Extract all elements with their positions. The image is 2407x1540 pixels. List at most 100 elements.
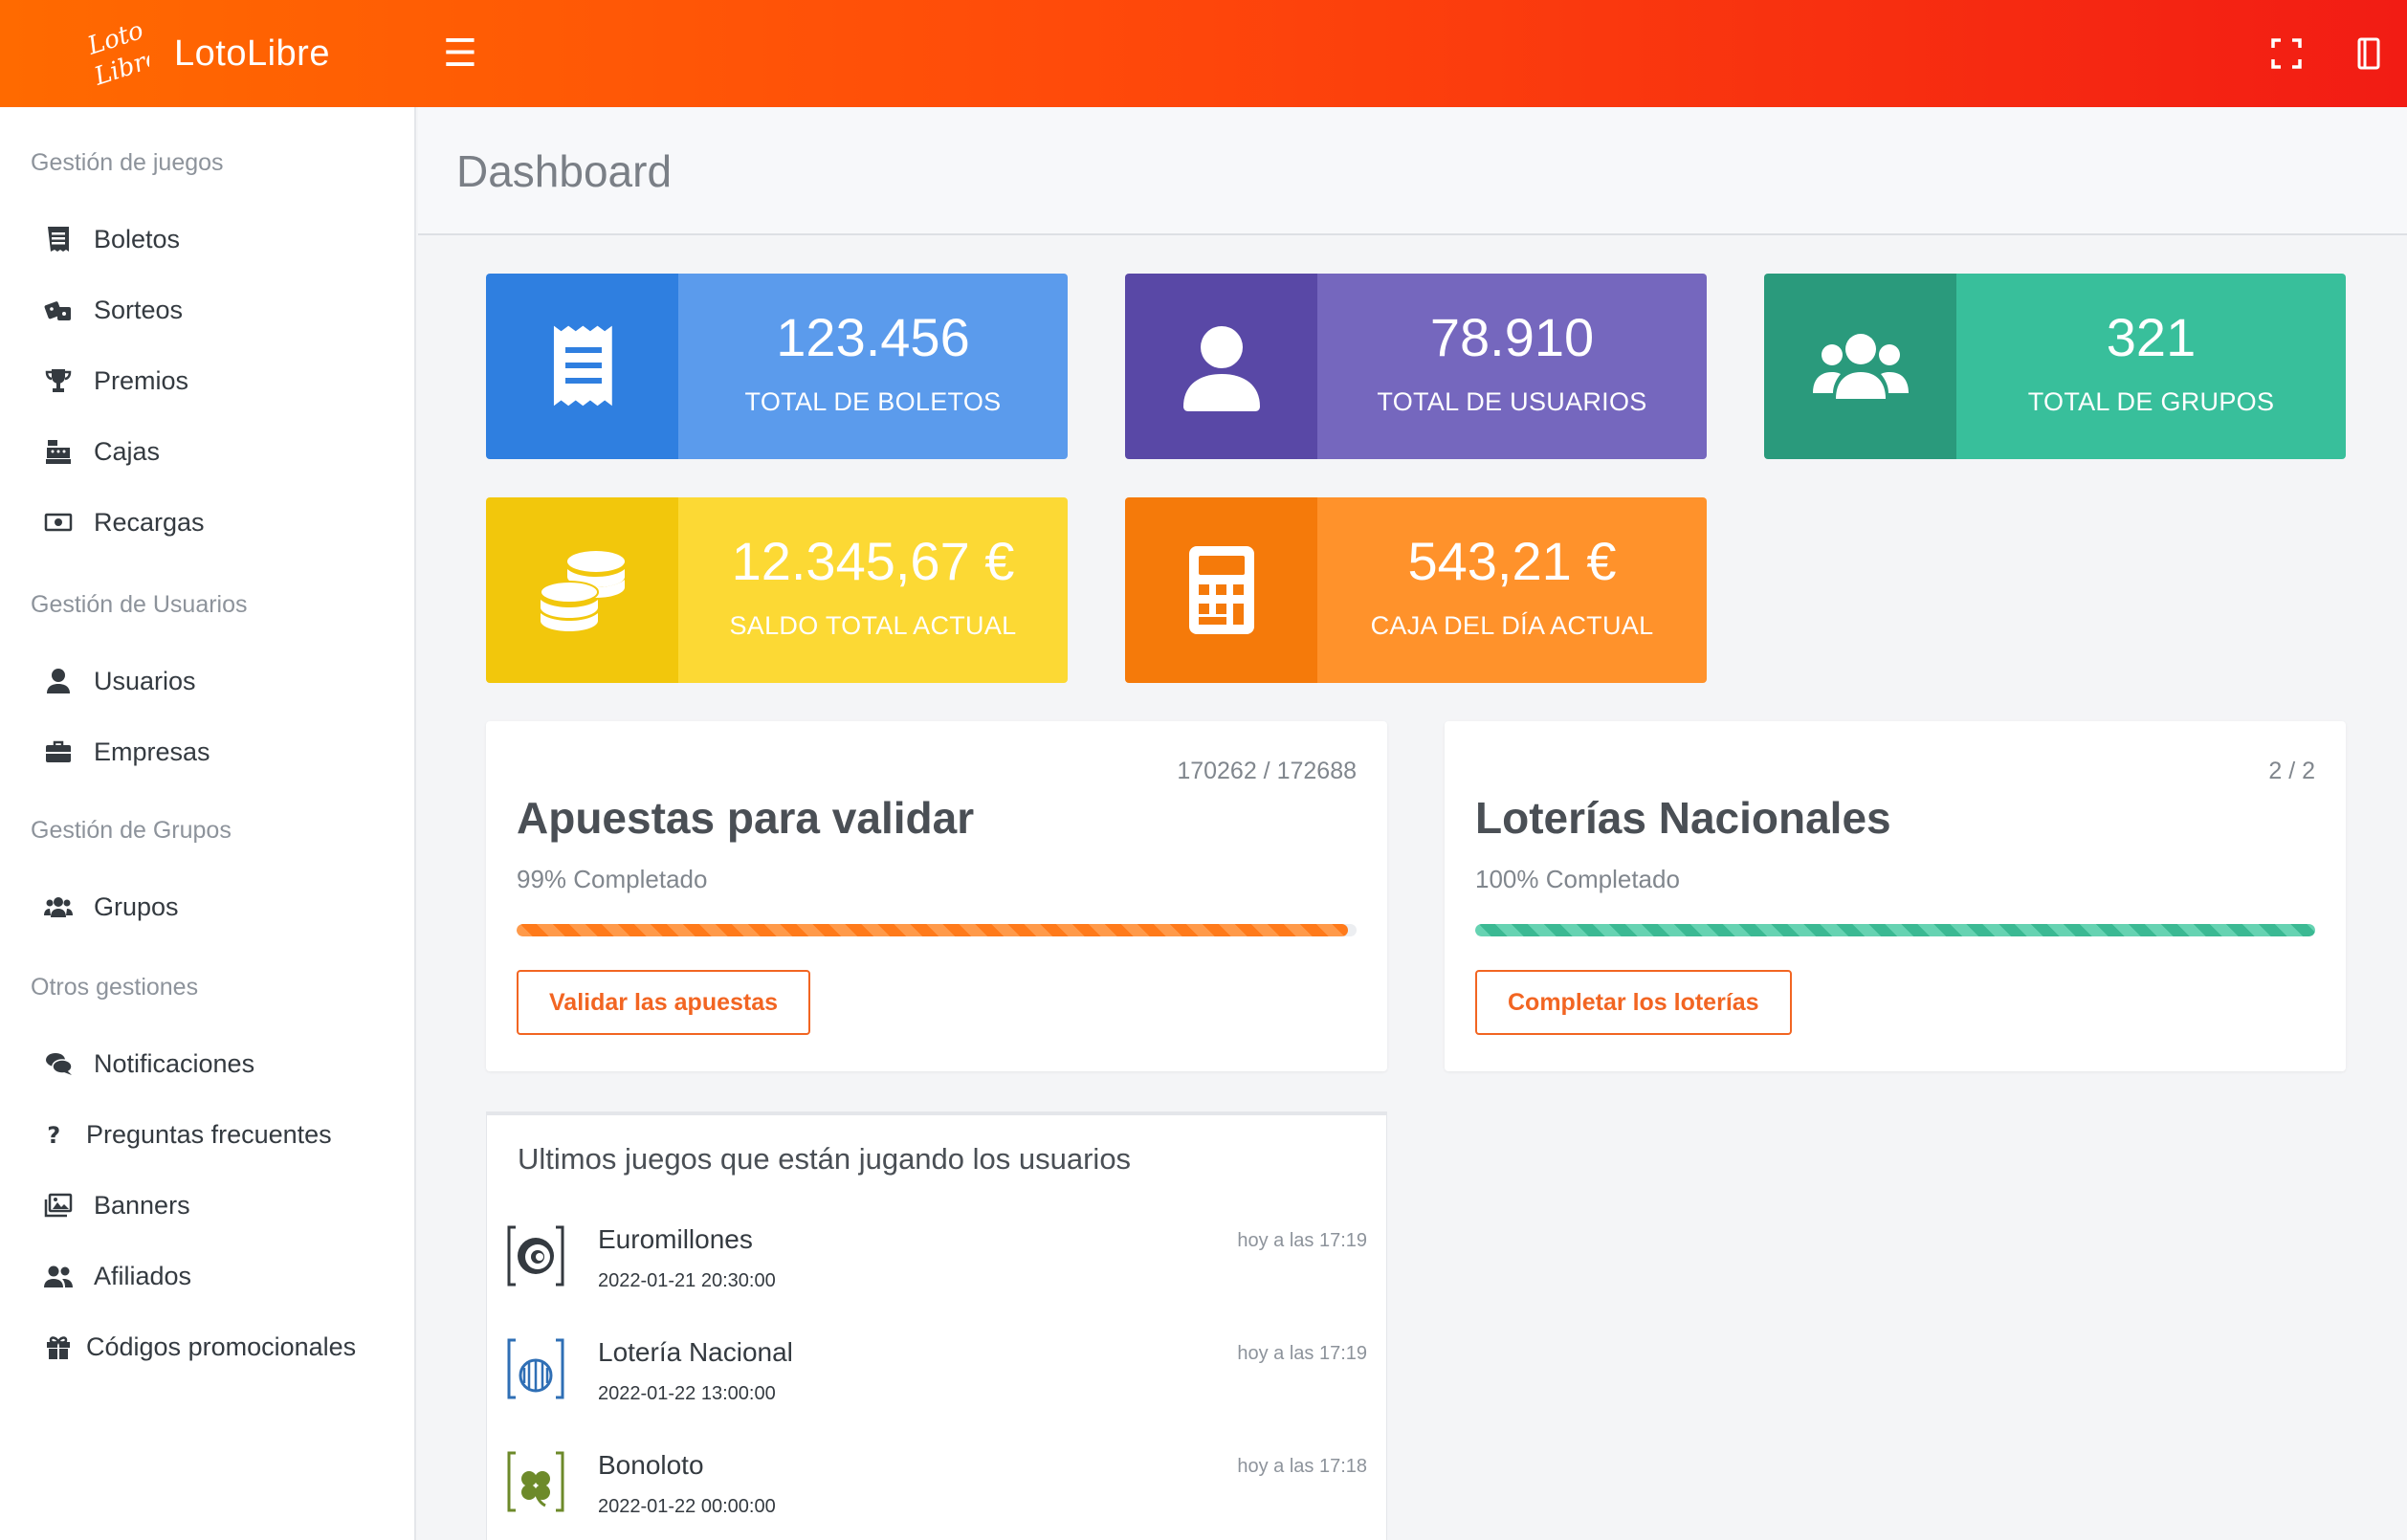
- users-icon: [1812, 334, 1909, 399]
- sidebar-item-afiliados[interactable]: Afiliados: [44, 1255, 191, 1297]
- list-item[interactable]: Euromillones 2022-01-21 20:30:00 hoy a l…: [506, 1224, 1367, 1320]
- content-header: Dashboard: [418, 107, 2407, 235]
- stat-caja-dia: 543,21 € CAJA DEL DÍA ACTUAL: [1125, 497, 1707, 683]
- sidebar-item-preguntas[interactable]: ? Preguntas frecuentes: [44, 1113, 332, 1155]
- stat-body: 321 TOTAL DE GRUPOS: [1956, 274, 2346, 459]
- sidebar-item-usuarios[interactable]: Usuarios: [44, 660, 196, 702]
- card-loterias: 2 / 2 Loterías Nacionales 100% Completad…: [1445, 721, 2346, 1071]
- stat-total-grupos: 321 TOTAL DE GRUPOS: [1764, 274, 2346, 459]
- sidebar-item-boletos[interactable]: Boletos: [44, 218, 180, 260]
- sidebar-item-label: Boletos: [94, 224, 181, 253]
- images-icon: [44, 1193, 73, 1218]
- coins-icon: [539, 551, 625, 631]
- user-icon: [47, 669, 70, 693]
- card-title: Loterías Nacionales: [1475, 793, 1891, 843]
- sidebar-item-label: Afiliados: [94, 1261, 192, 1290]
- receipt-icon: [553, 325, 612, 407]
- brand[interactable]: Loto Libre LotoLibre: [0, 18, 416, 89]
- bonoloto-logo-icon: [507, 1451, 564, 1512]
- sidebar-item-notificaciones[interactable]: Notificaciones: [44, 1043, 254, 1085]
- card-progress-text: 100% Completado: [1475, 865, 1680, 893]
- stat-icon-box: [486, 497, 678, 683]
- expand-icon[interactable]: [2269, 36, 2304, 71]
- list-item[interactable]: Bonoloto 2022-01-22 00:00:00 hoy a las 1…: [506, 1450, 1367, 1540]
- sidebar-item-banners[interactable]: Banners: [44, 1184, 190, 1226]
- card-title: Apuestas para validar: [517, 793, 975, 843]
- stat-label: SALDO TOTAL ACTUAL: [729, 610, 1017, 640]
- stat-value: 78.910: [1429, 306, 1595, 367]
- comments-icon: [46, 1053, 73, 1075]
- page-title: Dashboard: [456, 146, 673, 196]
- game-date: 2022-01-22 13:00:00: [598, 1383, 776, 1404]
- svg-text:?: ?: [47, 1122, 60, 1149]
- brand-name: LotoLibre: [174, 33, 330, 74]
- sidebar-item-label: Recargas: [94, 507, 205, 537]
- validar-apuestas-button[interactable]: Validar las apuestas: [517, 970, 811, 1035]
- game-date: 2022-01-21 20:30:00: [598, 1270, 776, 1291]
- sidebar-item-label: Preguntas frecuentes: [86, 1119, 332, 1149]
- stat-label: TOTAL DE BOLETOS: [744, 386, 1002, 416]
- sidebar-item-codigos[interactable]: Códigos promocionales: [44, 1326, 356, 1368]
- card-apuestas: 170262 / 172688 Apuestas para validar 99…: [486, 721, 1387, 1071]
- game-name: Lotería Nacional: [598, 1337, 793, 1367]
- sidebar-item-sorteos[interactable]: Sorteos: [44, 289, 183, 331]
- sidebar: Gestión de juegos Boletos Sorteos Premio…: [0, 107, 416, 1540]
- stat-saldo-total: 12.345,67 € SALDO TOTAL ACTUAL: [486, 497, 1068, 683]
- sidebar-section-usuarios: Gestión de Usuarios: [31, 591, 248, 618]
- sidebar-item-grupos[interactable]: Grupos: [44, 886, 179, 928]
- sidebar-item-label: Cajas: [94, 436, 161, 466]
- user-friends-icon: [44, 1265, 73, 1287]
- sidebar-item-label: Notificaciones: [94, 1048, 255, 1078]
- recent-games-panel: Ultimos juegos que están jugando los usu…: [486, 1111, 1387, 1540]
- game-time: hoy a las 17:19: [1237, 1343, 1367, 1364]
- question-icon: ?: [47, 1122, 60, 1149]
- sidebar-item-label: Empresas: [94, 737, 210, 766]
- game-time: hoy a las 17:19: [1237, 1230, 1367, 1251]
- dice-icon: [44, 301, 71, 320]
- top-bar: Loto Libre LotoLibre ☰: [0, 0, 2407, 107]
- lotolibre-logo-icon: Loto Libre: [86, 18, 149, 89]
- hamburger-icon[interactable]: ☰: [443, 34, 477, 73]
- sidebar-item-label: Códigos promocionales: [86, 1331, 357, 1361]
- sidebar-item-empresas[interactable]: Empresas: [44, 731, 210, 773]
- receipt-icon: [48, 227, 69, 252]
- sidebar-item-label: Premios: [94, 365, 189, 395]
- loteria-nacional-logo-icon: [507, 1338, 564, 1399]
- game-name: Euromillones: [598, 1224, 753, 1254]
- cash-register-icon: [46, 440, 71, 464]
- card-count: 170262 / 172688: [1177, 758, 1357, 784]
- game-date: 2022-01-22 00:00:00: [598, 1496, 776, 1517]
- progress-fill: [1475, 924, 2315, 936]
- stat-label: TOTAL DE USUARIOS: [1377, 386, 1647, 416]
- panel-icon[interactable]: [2352, 36, 2386, 71]
- completar-loterias-button[interactable]: Completar los loterías: [1475, 970, 1792, 1035]
- sidebar-section-otros: Otros gestiones: [31, 974, 199, 1001]
- stat-icon-box: [1125, 497, 1317, 683]
- game-time: hoy a las 17:18: [1237, 1456, 1367, 1477]
- stat-icon-box: [1764, 274, 1956, 459]
- stat-value: 543,21 €: [1407, 530, 1617, 591]
- user-icon: [1182, 326, 1260, 411]
- card-progress-text: 99% Completado: [517, 865, 708, 893]
- list-item[interactable]: Lotería Nacional 2022-01-22 13:00:00 hoy…: [506, 1337, 1367, 1433]
- sidebar-item-cajas[interactable]: Cajas: [44, 430, 160, 473]
- stat-label: TOTAL DE GRUPOS: [2027, 386, 2275, 416]
- stat-value: 123.456: [776, 306, 970, 367]
- stat-body: 123.456 TOTAL DE BOLETOS: [678, 274, 1068, 459]
- sidebar-section-juegos: Gestión de juegos: [31, 149, 224, 176]
- sidebar-item-label: Usuarios: [94, 666, 196, 695]
- sidebar-item-label: Sorteos: [94, 295, 184, 324]
- stat-value: 12.345,67 €: [731, 530, 1015, 591]
- stat-value: 321: [2106, 306, 2197, 367]
- gift-icon: [47, 1336, 70, 1359]
- stat-icon-box: [1125, 274, 1317, 459]
- sidebar-item-premios[interactable]: Premios: [44, 360, 188, 402]
- progress-bar: [517, 924, 1357, 936]
- trophy-icon: [45, 369, 72, 392]
- sidebar-item-label: Banners: [94, 1190, 190, 1220]
- card-count: 2 / 2: [2268, 758, 2315, 784]
- stat-icon-box: [486, 274, 678, 459]
- sidebar-item-recargas[interactable]: Recargas: [44, 501, 205, 543]
- stat-total-usuarios: 78.910 TOTAL DE USUARIOS: [1125, 274, 1707, 459]
- progress-fill: [517, 924, 1349, 936]
